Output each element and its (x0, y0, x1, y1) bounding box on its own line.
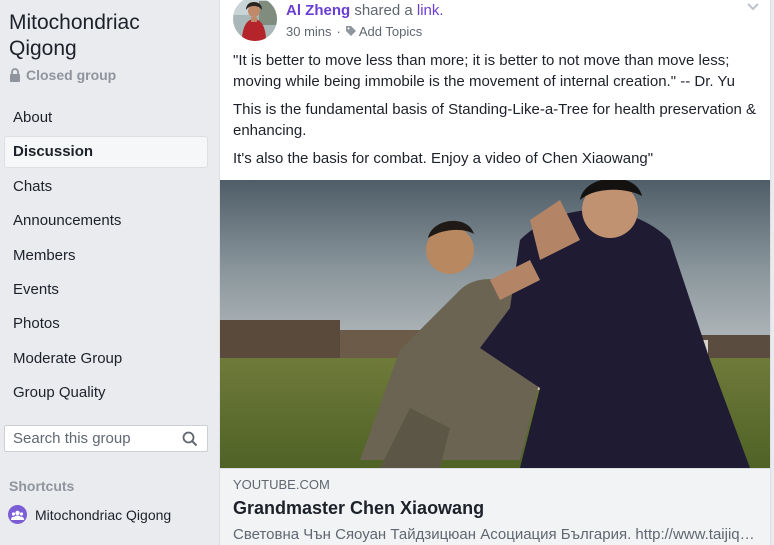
shortcuts-heading: Shortcuts (9, 478, 75, 494)
post-paragraph: It's also the basis for combat. Enjoy a … (233, 150, 654, 167)
post-paragraph: "It is better to move less than more; it… (233, 52, 735, 90)
nav-item-photos[interactable]: Photos (4, 308, 208, 340)
post-time[interactable]: 30 mins (286, 24, 332, 39)
author-name[interactable]: Al Zheng (286, 2, 350, 19)
chevron-down-icon[interactable] (746, 0, 760, 17)
post-link-text[interactable]: link. (417, 2, 444, 19)
link-title[interactable]: Grandmaster Chen Xiaowang (233, 498, 759, 519)
post-card: Al Zheng shared a link. 30 mins · Add To… (219, 0, 771, 545)
search-input[interactable] (5, 430, 175, 447)
search-icon[interactable] (182, 431, 198, 452)
post-meta: 30 mins · Add Topics (286, 24, 422, 39)
nav-item-group-quality[interactable]: Group Quality (4, 377, 208, 409)
nav-item-discussion[interactable]: Discussion (4, 136, 208, 169)
group-icon (8, 505, 27, 524)
nav-item-events[interactable]: Events (4, 274, 208, 306)
group-name[interactable]: Mitochondriac Qigong (9, 10, 209, 62)
post-header: Al Zheng shared a link. (286, 2, 444, 19)
shortcut-label: Mitochondriac Qigong (35, 506, 172, 523)
lock-icon (9, 68, 21, 82)
link-description: Световна Чън Сяоуан Тайдзицюан Асоциация… (233, 526, 759, 543)
add-topics-link[interactable]: Add Topics (359, 24, 422, 39)
post-paragraph: This is the fundamental basis of Standin… (233, 101, 757, 139)
nav-item-about[interactable]: About (4, 102, 208, 134)
post-action: shared a (354, 2, 413, 19)
link-domain: YOUTUBE.COM (233, 477, 330, 492)
post-text: "It is better to move less than more; it… (233, 50, 763, 176)
privacy-label: Closed group (26, 67, 117, 83)
nav-item-announcements[interactable]: Announcements (4, 205, 208, 237)
video-thumbnail[interactable] (220, 180, 770, 468)
tag-icon (345, 24, 356, 39)
nav-item-chats[interactable]: Chats (4, 171, 208, 203)
author-avatar[interactable] (233, 0, 277, 41)
nav-item-moderate-group[interactable]: Moderate Group (4, 343, 208, 375)
group-privacy: Closed group (9, 67, 116, 83)
shortcut-item[interactable]: Mitochondriac Qigong (8, 505, 171, 524)
group-search (4, 425, 208, 452)
group-nav: About Discussion Chats Announcements Mem… (4, 102, 208, 412)
meta-separator: · (336, 24, 341, 39)
nav-item-members[interactable]: Members (4, 240, 208, 272)
link-preview[interactable]: YOUTUBE.COM Grandmaster Chen Xiaowang Св… (220, 468, 770, 545)
left-sidebar: Mitochondriac Qigong Closed group About … (0, 0, 215, 545)
